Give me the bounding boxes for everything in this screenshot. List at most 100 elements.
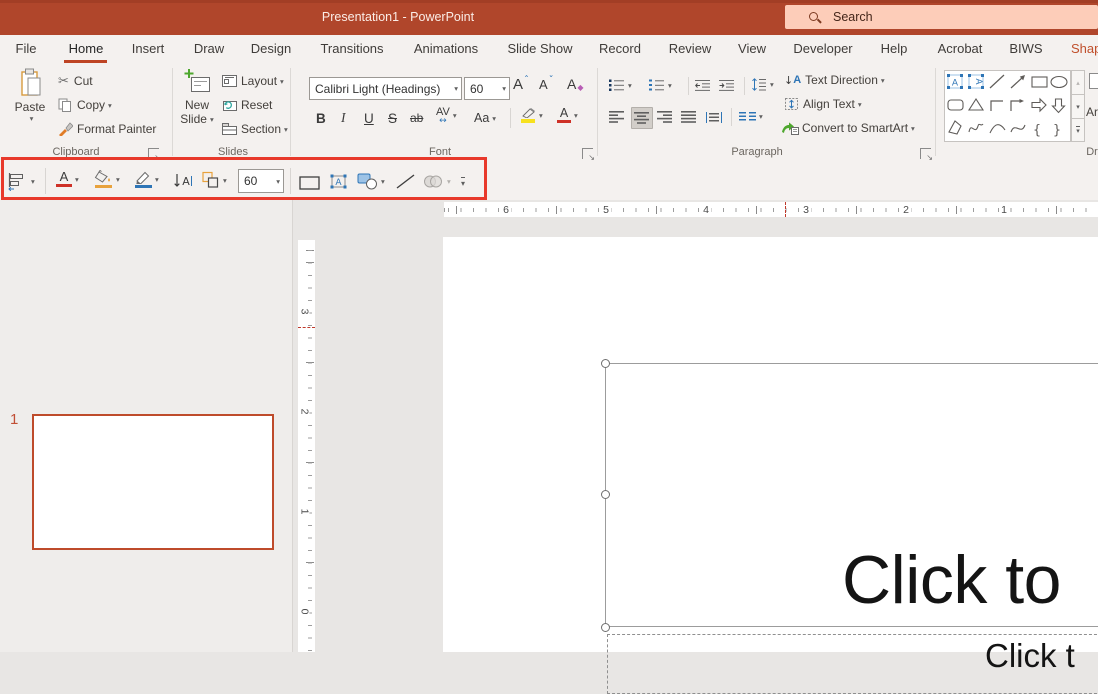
tab-shape-format[interactable]: Shap <box>1071 41 1098 56</box>
font-size-combobox[interactable]: 60 ▾ <box>464 77 510 100</box>
tab-design[interactable]: Design <box>251 41 291 56</box>
slide-canvas[interactable]: Click to Click t <box>443 237 1098 652</box>
copy-label: Copy <box>77 98 105 112</box>
tab-help[interactable]: Help <box>881 41 908 56</box>
italic-button[interactable]: I <box>341 109 346 127</box>
highlight-color-button[interactable]: ▾ <box>520 106 543 124</box>
tab-transitions[interactable]: Transitions <box>320 41 383 56</box>
tab-slide-show[interactable]: Slide Show <box>507 41 572 56</box>
increase-indent-button[interactable] <box>718 76 735 94</box>
copy-button[interactable]: Copy ▾ <box>58 96 112 114</box>
new-slide-button[interactable]: New Slide▾ <box>176 68 218 126</box>
align-objects-button[interactable]: ▾ <box>6 172 35 190</box>
tab-home[interactable]: Home <box>69 41 104 56</box>
gallery-scroll-up-button[interactable]: ▴ <box>1072 71 1084 95</box>
underline-button[interactable]: U <box>364 109 374 127</box>
resize-handle-bottom-left[interactable] <box>601 623 610 632</box>
justify-button[interactable] <box>679 107 699 127</box>
align-text-button[interactable]: Align Text ▾ <box>784 95 862 113</box>
qat-text-direction-button[interactable]: A <box>173 172 193 190</box>
ruler-number: 2 <box>901 204 911 216</box>
decrease-font-size-button[interactable]: A ˇ <box>539 75 554 93</box>
toolbar-overflow-button[interactable]: ▾ <box>461 173 465 191</box>
window-edge <box>0 0 1098 3</box>
shape-outline-button[interactable]: ▾ <box>134 170 159 188</box>
align-center-button[interactable] <box>631 107 653 129</box>
tab-record[interactable]: Record <box>599 41 641 56</box>
tab-acrobat[interactable]: Acrobat <box>938 41 983 56</box>
font-color-button[interactable]: A ▾ <box>557 106 578 124</box>
change-shape-button[interactable]: ▾ <box>357 172 385 190</box>
cut-button[interactable]: ✂ Cut <box>58 72 93 90</box>
slide-thumbnail[interactable] <box>32 414 274 550</box>
tab-animations[interactable]: Animations <box>414 41 478 56</box>
separator <box>731 108 732 126</box>
draw-text-box-button[interactable]: A <box>329 172 348 190</box>
line-spacing-button[interactable]: ▾ <box>751 75 774 93</box>
ribbon: Paste ▾ ✂ Cut Copy ▾ Format Painter Clip… <box>0 63 1098 164</box>
change-shape-icon <box>357 173 378 190</box>
tab-file[interactable]: File <box>16 41 37 56</box>
search-box[interactable]: Search <box>785 5 1098 29</box>
ribbon-tab-bar: File Home Insert Draw Design Transitions… <box>0 35 1098 63</box>
chevron-down-icon: ▾ <box>31 177 35 186</box>
section-button[interactable]: Section ▾ <box>222 120 288 138</box>
gallery-scroll-down-button[interactable]: ▾ <box>1072 95 1084 119</box>
paragraph-dialog-launcher[interactable]: ↘ <box>920 148 931 159</box>
chevron-down-icon: ▾ <box>492 114 496 123</box>
arrange-icon[interactable] <box>1089 73 1098 89</box>
tab-insert[interactable]: Insert <box>132 41 165 56</box>
chevron-down-icon: ▾ <box>668 81 672 90</box>
tab-draw[interactable]: Draw <box>194 41 224 56</box>
svg-text:A: A <box>952 79 959 89</box>
resize-handle-middle-left[interactable] <box>601 490 610 499</box>
layout-button[interactable]: Layout ▾ <box>222 72 284 90</box>
font-name-combobox[interactable]: Calibri Light (Headings) ▾ <box>309 77 462 100</box>
qat-font-size-combobox[interactable]: 60 ▾ <box>238 169 284 193</box>
strikethrough-button[interactable]: S <box>388 109 397 127</box>
line-spacing-icon <box>751 77 767 92</box>
paste-button[interactable]: Paste ▾ <box>8 68 52 123</box>
chevron-down-icon: ▾ <box>381 177 385 186</box>
group-separator <box>597 68 598 156</box>
clear-formatting-button[interactable]: A ◆ <box>567 75 584 93</box>
strike-ab-button[interactable]: ab <box>410 109 423 127</box>
shape-fill-button[interactable]: ▾ <box>94 170 120 188</box>
resize-handle-top-left[interactable] <box>601 359 610 368</box>
font-dialog-launcher[interactable]: ↘ <box>582 148 593 159</box>
align-left-button[interactable] <box>607 107 627 127</box>
bring-forward-button[interactable]: ▾ <box>200 171 227 189</box>
format-painter-button[interactable]: Format Painter <box>58 120 156 138</box>
change-case-button[interactable]: Aa ▾ <box>474 109 496 127</box>
character-spacing-button[interactable]: AV↔ ▾ <box>436 106 457 124</box>
convert-to-smartart-button[interactable]: Convert to SmartArt ▾ <box>781 119 915 137</box>
shapes-gallery[interactable]: A A { } <box>944 70 1071 142</box>
draw-rectangle-button[interactable] <box>299 174 320 192</box>
tab-view[interactable]: View <box>738 41 766 56</box>
tab-biws[interactable]: BIWS <box>1009 41 1042 56</box>
qat-font-color-button[interactable]: A ▾ <box>56 170 79 188</box>
text-direction-button[interactable]: ↓A Text Direction ▾ <box>784 71 885 89</box>
window-title: Presentation1 - PowerPoint <box>322 10 474 24</box>
clipboard-dialog-launcher[interactable]: ↘ <box>148 148 159 159</box>
reset-button[interactable]: Reset <box>222 96 272 114</box>
editor-workspace: Click to Click t 6 5 4 3 2 1 3 2 1 0 <box>293 200 1098 652</box>
draw-line-button[interactable] <box>395 172 416 190</box>
decrease-indent-button[interactable] <box>694 76 711 94</box>
bold-button[interactable]: B <box>316 109 326 127</box>
chevron-down-icon: ▾ <box>453 111 457 120</box>
subtitle-placeholder-text[interactable]: Click t <box>985 637 1075 675</box>
left-brace-shape-icon: { <box>1033 123 1041 138</box>
tab-review[interactable]: Review <box>669 41 712 56</box>
quick-access-toolbar: ▾ A ▾ ▾ ▾ A ▾ 60 ▾ A ▾ ▾ ▾ <box>0 163 1098 201</box>
bullets-button[interactable]: ▾ <box>608 76 632 94</box>
merge-shapes-button[interactable]: ▾ <box>422 172 451 190</box>
align-right-button[interactable] <box>655 107 675 127</box>
distribute-text-button[interactable] <box>703 107 725 127</box>
title-placeholder-text[interactable]: Click to <box>842 542 1061 618</box>
numbering-button[interactable]: ▾ <box>648 76 672 94</box>
gallery-more-button[interactable]: ▾ <box>1072 119 1084 141</box>
tab-developer[interactable]: Developer <box>793 41 852 56</box>
columns-button[interactable]: ▾ <box>739 107 763 125</box>
increase-font-size-button[interactable]: A ˆ <box>513 75 529 93</box>
